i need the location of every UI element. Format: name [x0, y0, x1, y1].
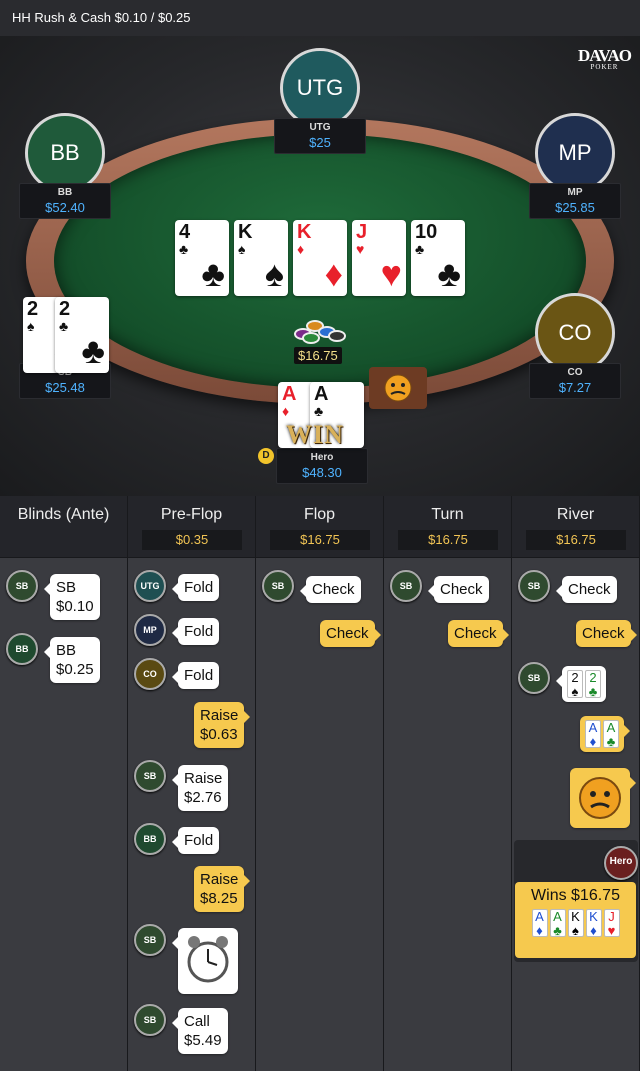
- pot-chips-icon: [292, 316, 348, 346]
- hand-history-screen: HH Rush & Cash $0.10 / $0.25 DAVAO POKER …: [0, 0, 640, 1071]
- brand-logo: DAVAO POKER: [578, 46, 632, 71]
- column-header: Blinds (Ante): [0, 496, 127, 558]
- board-card: J ♥ ♥: [352, 220, 406, 296]
- page-title: HH Rush & Cash $0.10 / $0.25: [12, 10, 191, 25]
- player-icon-bb: BB: [134, 823, 166, 855]
- timer-bubble: [172, 928, 238, 994]
- player-icon-mp: MP: [134, 614, 166, 646]
- player-icon-bb: BB: [6, 633, 38, 665]
- seat-utg-avatar[interactable]: UTG: [280, 48, 360, 128]
- win-badge: WIN: [286, 420, 344, 449]
- column-header: Flop $16.75: [256, 496, 383, 558]
- action-bubble: Check: [300, 576, 361, 603]
- player-icon-co: CO: [134, 658, 166, 690]
- player-icon-sb: SB: [134, 760, 166, 792]
- angry-face-icon: [579, 777, 621, 819]
- mini-card: K ♦: [585, 909, 602, 938]
- hero-action-bubble: Check: [448, 620, 509, 647]
- player-icon-hero: Hero: [604, 846, 638, 880]
- action-bubble: Fold: [171, 574, 220, 601]
- angry-face-icon: [384, 374, 412, 402]
- alarm-clock-icon: [187, 936, 229, 983]
- action-bubble: SB $0.10: [44, 574, 100, 620]
- action-bubble: Raise $2.76: [171, 765, 229, 811]
- seat-co-info: CO $7.27: [529, 363, 621, 399]
- seat-bb-info: BB $52.40: [19, 183, 111, 219]
- mini-card: 2 ♣: [585, 670, 601, 699]
- hero-showdown-cards: A ♦A ♣: [580, 716, 630, 752]
- column-header: Pre-Flop $0.35: [128, 496, 255, 558]
- action-bubble: Fold: [171, 662, 220, 689]
- title-bar: HH Rush & Cash $0.10 / $0.25: [0, 0, 640, 36]
- seat-mp-avatar[interactable]: MP: [535, 113, 615, 193]
- mini-card: A ♦: [585, 720, 601, 749]
- sb-hole-card: 2 ♣ ♣: [55, 297, 109, 373]
- column-header: River $16.75: [512, 496, 639, 558]
- seat-bb-avatar[interactable]: BB: [25, 113, 105, 193]
- emote-bubble: [570, 768, 636, 828]
- action-bubble: Check: [556, 576, 617, 603]
- action-bubble: Call $5.49: [172, 1008, 228, 1054]
- seat-co-avatar[interactable]: CO: [535, 293, 615, 373]
- seat-mp-info: MP $25.85: [529, 183, 621, 219]
- mini-card: J ♥: [603, 909, 620, 938]
- pot-amount: $16.75: [294, 347, 342, 364]
- board-card: K ♦ ♦: [293, 220, 347, 296]
- player-icon-sb: SB: [518, 662, 550, 694]
- player-icon-sb: SB: [390, 570, 422, 602]
- win-summary: Wins $16.75 A ♦A ♣K ♠K ♦J ♥: [515, 882, 636, 958]
- dealer-button: D: [258, 448, 274, 464]
- player-icon-sb: SB: [134, 924, 166, 956]
- board-card: 10 ♣ ♣: [411, 220, 465, 296]
- hero-action-bubble: Check: [576, 620, 637, 647]
- player-icon-sb: SB: [134, 1004, 166, 1036]
- mini-card: 2 ♠: [567, 670, 583, 699]
- emote-button[interactable]: [369, 367, 427, 409]
- action-bubble: Fold: [171, 827, 220, 854]
- hero-action-bubble: Raise $0.63: [194, 702, 251, 748]
- hero-action-bubble: Raise $8.25: [194, 866, 251, 912]
- mini-card: K ♠: [567, 909, 584, 938]
- mini-card: A ♦: [531, 909, 548, 938]
- column-header: Turn $16.75: [384, 496, 511, 558]
- player-icon-sb: SB: [6, 570, 38, 602]
- action-bubble: Fold: [171, 618, 220, 645]
- sb-showdown-cards: 2 ♠2 ♣: [556, 666, 606, 702]
- seat-hero-info: Hero $48.30: [276, 448, 368, 484]
- board-card: 4 ♣ ♣: [175, 220, 229, 296]
- hand-history-panel: Blinds (Ante) Pre-Flop $0.35 Flop $16.75 T…: [0, 496, 640, 1071]
- player-icon-sb: SB: [262, 570, 294, 602]
- action-bubble: Check: [428, 576, 489, 603]
- mini-card: A ♣: [549, 909, 566, 938]
- player-icon-utg: UTG: [134, 570, 166, 602]
- player-icon-sb: SB: [518, 570, 550, 602]
- action-bubble: BB $0.25: [44, 637, 100, 683]
- hero-action-bubble: Check: [320, 620, 381, 647]
- board-card: K ♠ ♠: [234, 220, 288, 296]
- mini-card: A ♣: [603, 720, 619, 749]
- seat-utg-info: UTG $25: [274, 118, 366, 154]
